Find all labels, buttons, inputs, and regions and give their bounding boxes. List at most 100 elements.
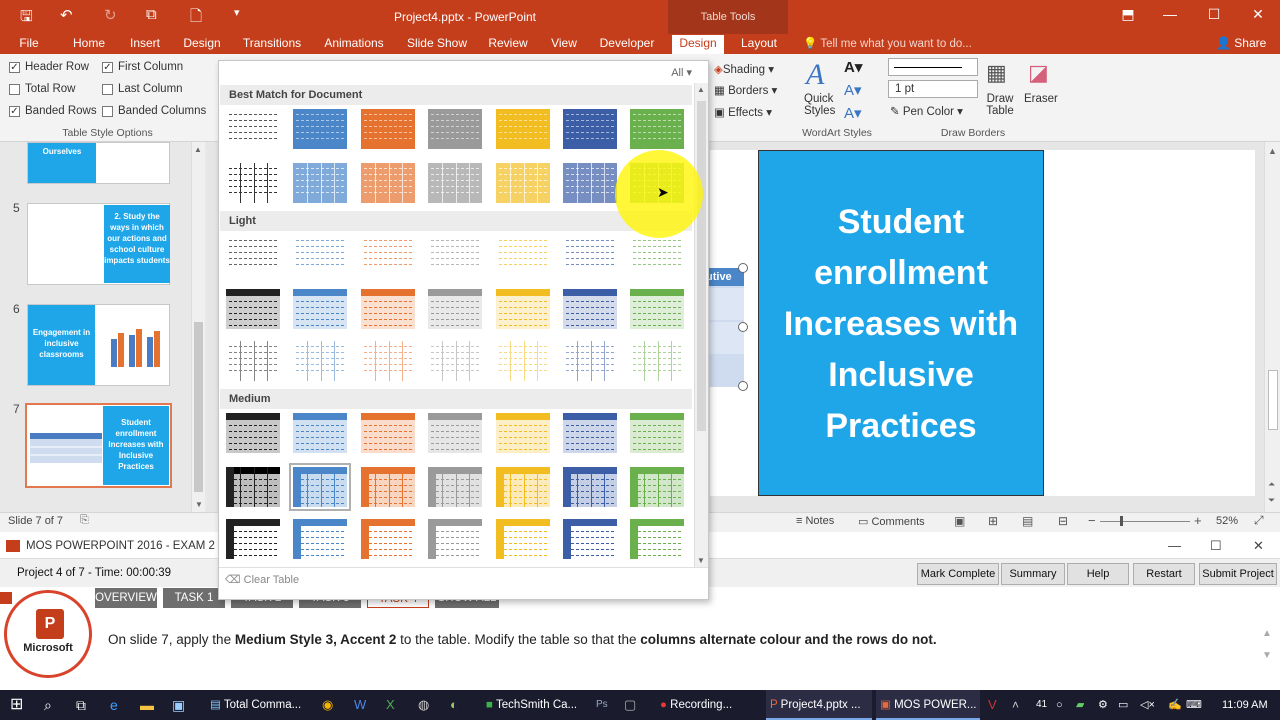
table-style-swatch[interactable] [361,413,415,453]
table-style-swatch[interactable] [496,109,550,149]
tab-overview[interactable]: OVERVIEW [95,588,157,608]
table-style-swatch[interactable] [361,235,415,275]
volume-icon[interactable]: ◁× [1140,690,1155,720]
table-style-swatch[interactable] [563,519,617,559]
app-icon[interactable]: ▢ [624,690,636,720]
app-icon[interactable]: V [988,690,997,720]
clock[interactable]: 11:09 AM [1222,690,1268,720]
table-style-swatch[interactable] [630,235,684,275]
app-icon[interactable]: ◍ [418,690,429,720]
table-style-swatch[interactable] [563,163,617,203]
maximize-button[interactable]: ☐ [1194,6,1234,23]
table-style-swatch[interactable] [496,235,550,275]
checkbox-first-column[interactable]: ✓ First Column [102,61,183,73]
table-style-swatch[interactable] [293,519,347,559]
table-style-swatch[interactable] [226,235,280,275]
table-style-swatch[interactable] [226,519,280,559]
tray-badge[interactable]: 41 [1036,690,1047,720]
scroll-down-icon[interactable]: ▼ [1262,650,1272,661]
text-outline-icon[interactable]: A▾ [844,81,862,99]
ribbon-display-icon[interactable]: ⬒ [1108,6,1148,23]
table-style-swatch[interactable] [428,289,482,329]
thumbnail-scrollbar[interactable]: ▲ ▼ [191,142,205,512]
checkbox-last-column[interactable]: Last Column [102,83,183,95]
draw-table-icon[interactable]: ▦ [986,60,1007,86]
table-style-swatch[interactable] [428,519,482,559]
gallery-scrollbar[interactable]: ▲ ▼ [694,83,708,567]
table-style-swatch[interactable] [563,289,617,329]
text-fill-icon[interactable]: A▾ [844,58,862,76]
table-style-swatch[interactable] [496,341,550,381]
checkbox-header-row[interactable]: ✓ Header Row [9,61,89,73]
table-style-swatch[interactable] [361,163,415,203]
shading-button[interactable]: ◈Shading ▾ [714,62,774,76]
word-icon[interactable]: W [354,690,366,720]
table-style-swatch[interactable] [563,413,617,453]
thumbnail-slide-6[interactable]: Engagement in inclusive classrooms [27,304,170,386]
pen-style-dropdown[interactable] [888,58,978,76]
table-style-swatch[interactable] [226,341,280,381]
resize-handle[interactable] [738,322,748,332]
eraser-icon[interactable]: ◪ [1028,60,1049,86]
submit-project-button[interactable]: Submit Project [1199,563,1277,585]
text-effects-icon[interactable]: A▾ [844,104,862,122]
comments-button[interactable]: ▭ Comments [858,515,925,528]
slideshow-view-icon[interactable]: ⊟ [1058,514,1068,528]
table-style-swatch[interactable] [293,341,347,381]
search-icon[interactable]: ⌕ [44,690,52,720]
thumbnail-slide-4[interactable]: Ourselves [27,142,170,184]
tab-home[interactable]: Home [66,35,112,54]
draw-table-button[interactable]: Draw Table [986,93,1014,117]
checkbox-total-row[interactable]: Total Row [9,83,76,95]
pen-weight-dropdown[interactable]: 1 pt [888,80,978,98]
effects-button[interactable]: ▣ Effects ▾ [714,105,772,119]
scroll-up-icon[interactable]: ▲ [697,85,706,94]
canvas-scrollbar[interactable]: ▲ ⏶ ⏷ [1264,142,1280,512]
notes-button[interactable]: ≡ Notes [796,515,834,527]
gallery-filter[interactable]: All ▾ [671,66,692,79]
tab-task-1[interactable]: TASK 1 [163,588,225,608]
clear-table-button[interactable]: ⌫ Clear Table [225,573,299,586]
table-style-swatch[interactable] [293,235,347,275]
scroll-thumb[interactable] [697,101,706,431]
tray-icon[interactable]: ⌨ [1186,690,1202,720]
taskbar-mos[interactable]: ▣ MOS POWER... [876,690,980,720]
table-style-swatch[interactable] [496,163,550,203]
help-button[interactable]: Help [1067,563,1129,585]
slide-sorter-icon[interactable]: ⊞ [988,514,998,528]
summary-button[interactable]: Summary [1001,563,1065,585]
table-style-swatch[interactable] [630,413,684,453]
task-view-icon[interactable]: ⧉ [76,690,86,720]
table-style-swatch[interactable] [226,163,280,203]
minimize-button[interactable]: — [1150,6,1190,22]
reading-view-icon[interactable]: ▤ [1022,514,1033,528]
store-icon[interactable]: ▣ [172,690,185,720]
table-style-swatch[interactable] [496,467,550,507]
exam-minimize-button[interactable]: — [1168,538,1181,553]
tab-table-layout[interactable]: Layout [736,35,782,54]
restart-button[interactable]: Restart [1133,563,1195,585]
taskbar-techsmith[interactable]: ■ TechSmith Ca... [482,690,590,720]
table-style-swatch[interactable] [428,235,482,275]
tab-file[interactable]: File [12,35,46,54]
zoom-out-icon[interactable]: − [1088,513,1096,528]
table-style-swatch[interactable] [630,109,684,149]
table-style-swatch[interactable] [361,467,415,507]
table-style-swatch[interactable] [293,163,347,203]
taskbar-total-commander[interactable]: ▤ Total Comma... [206,690,318,720]
windows-start-icon[interactable]: ⊞ [10,690,23,720]
scroll-down-icon[interactable]: ▼ [195,500,203,509]
quick-styles-button[interactable]: Quick Styles [804,93,835,117]
table-style-swatch[interactable] [428,341,482,381]
chrome-icon[interactable]: ◉ [322,690,333,720]
table-style-swatch[interactable] [630,289,684,329]
table-style-swatch[interactable] [226,413,280,453]
table-style-swatch[interactable] [563,341,617,381]
table-style-swatch[interactable] [289,463,351,511]
spellcheck-icon[interactable]: ⎘ [80,514,89,527]
mark-complete-button[interactable]: Mark Complete [917,563,999,585]
tab-transitions[interactable]: Transitions [240,35,304,54]
exam-maximize-button[interactable]: ☐ [1210,538,1222,554]
table-style-swatch[interactable] [428,413,482,453]
table-style-swatch[interactable] [293,109,347,149]
